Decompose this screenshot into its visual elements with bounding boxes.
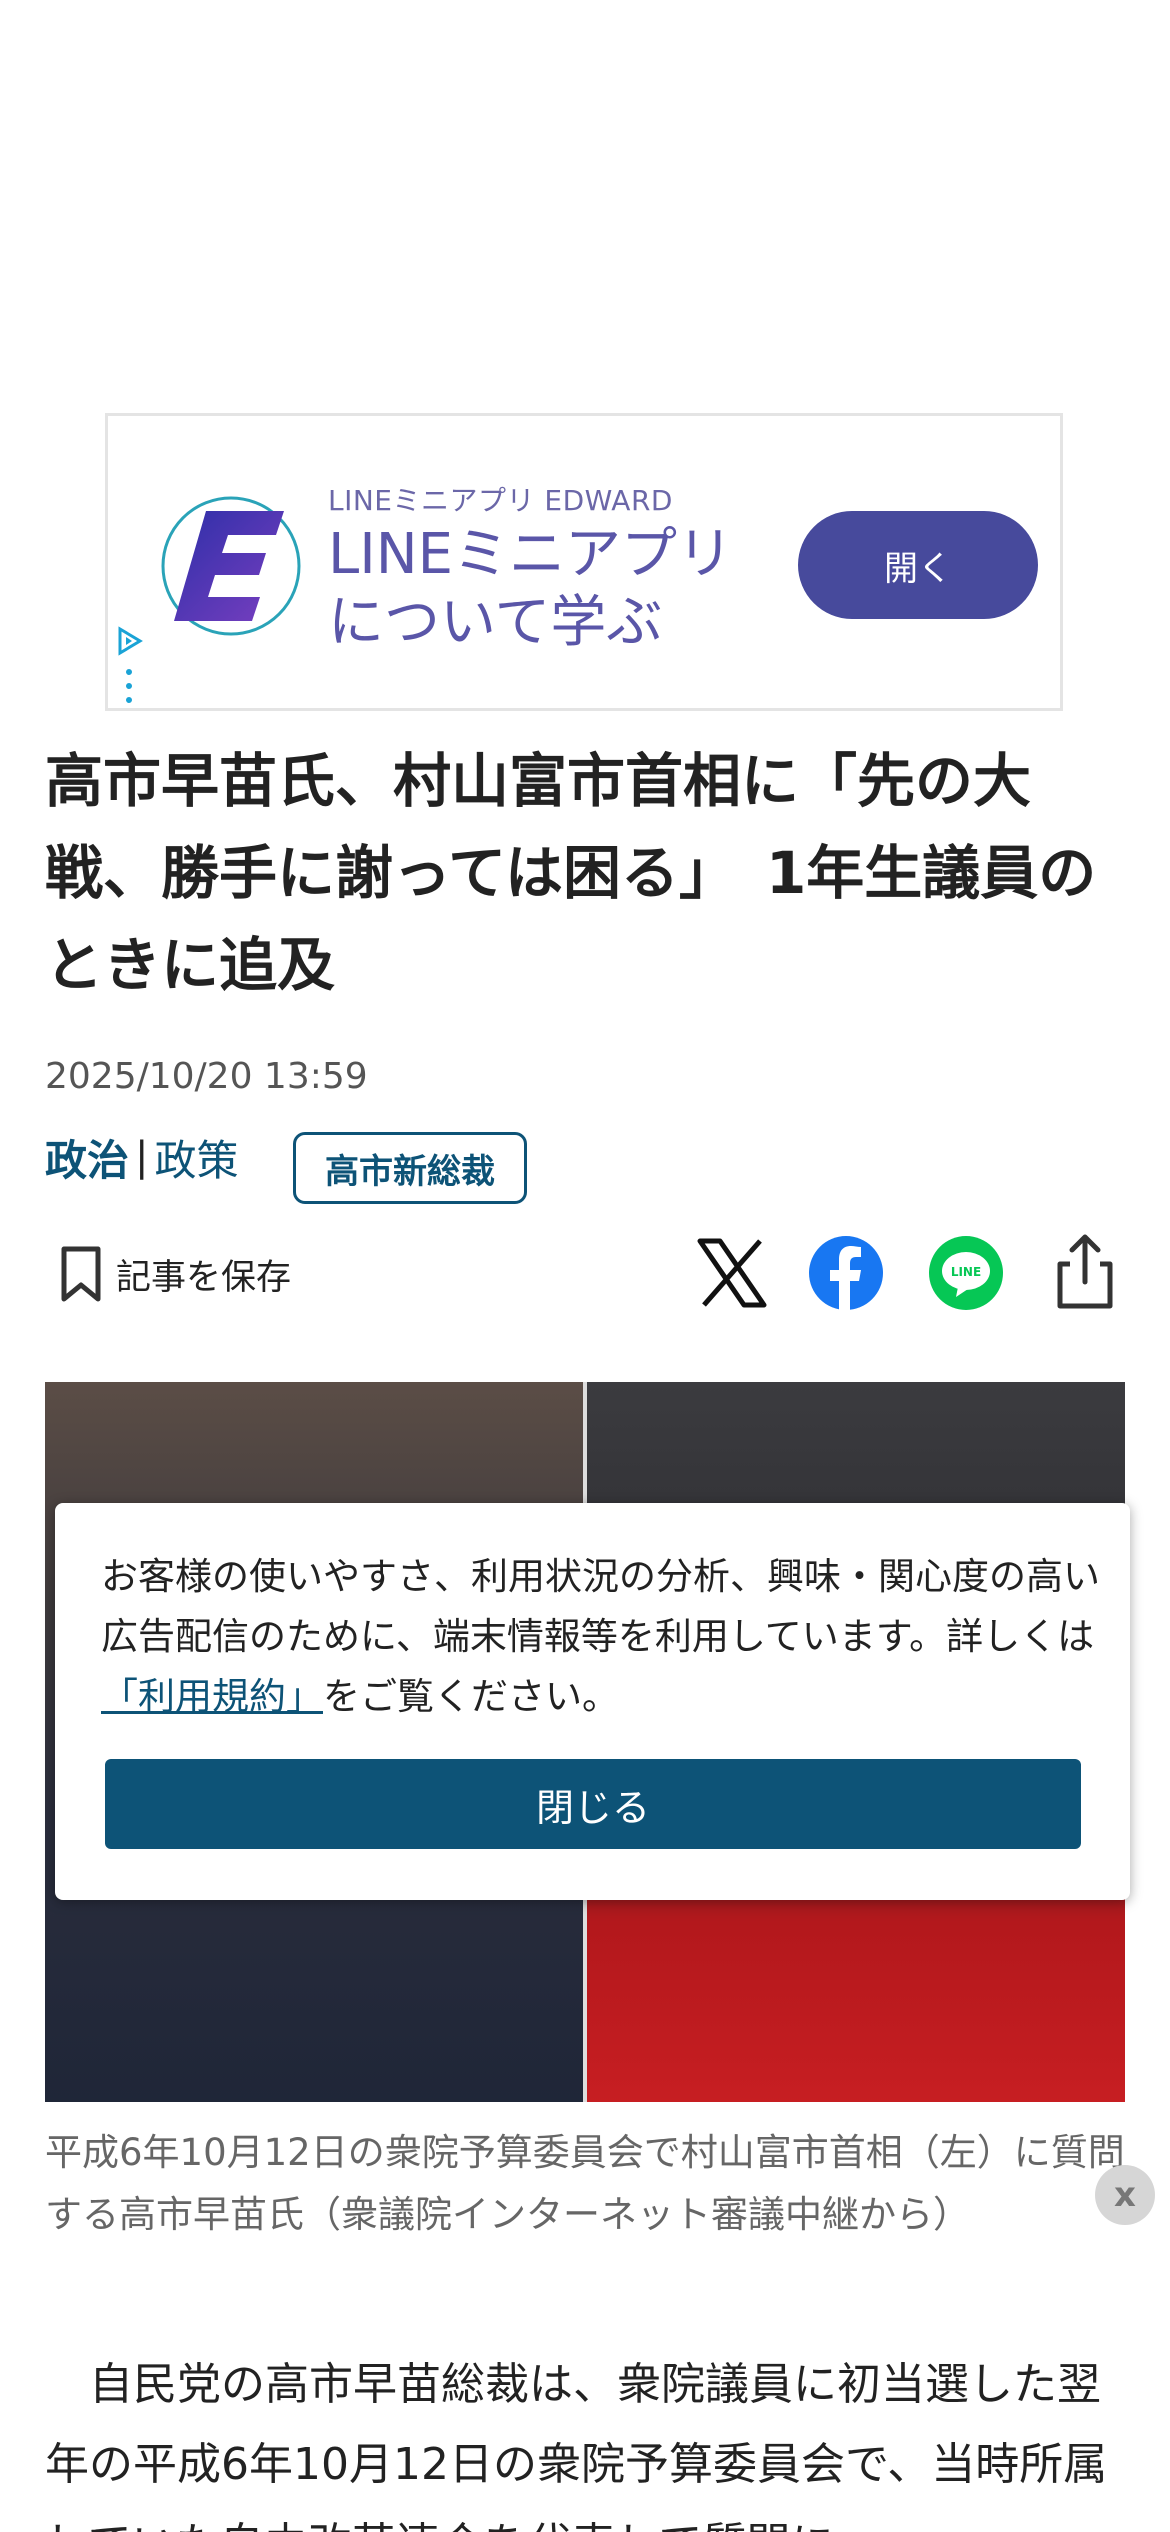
article-title: 高市早苗氏、村山富市首相に「先の大戦、勝手に謝っては困る」 1年生議員のときに追… [45, 747, 1097, 999]
line-icon-label: LINE [951, 1265, 981, 1279]
consent-text: お客様の使いやすさ、利用状況の分析、興味・関心度の高い広告配信のために、端末情報… [101, 1547, 1101, 1727]
ad-banner[interactable]: LINEミニアプリ EDWARD LINEミニアプリについて学ぶ 開く [105, 413, 1063, 711]
save-article-button[interactable]: 記事を保存 [58, 1240, 291, 1308]
consent-close-button[interactable]: 閉じる [105, 1759, 1081, 1849]
category-sub-link[interactable]: 政策 [155, 1127, 239, 1188]
ad-more-icon[interactable] [126, 668, 132, 704]
category-separator: | [135, 1134, 149, 1180]
consent-text-before: お客様の使いやすさ、利用状況の分析、興味・関心度の高い広告配信のために、端末情報… [101, 1555, 1100, 1658]
edward-logo-icon [161, 496, 301, 636]
share-icon[interactable] [1050, 1232, 1120, 1312]
article-body: 自民党の高市早苗総裁は、衆院議員に初当選した翌年の平成6年10月12日の衆院予算… [45, 2359, 1108, 2532]
terms-link[interactable]: 「利用規約」 [101, 1675, 323, 1718]
photo-caption: 平成6年10月12日の衆院予算委員会で村山富市首相（左）に質問する高市早苗氏（衆… [45, 2131, 1125, 2236]
topic-tag[interactable]: 高市新総裁 [293, 1132, 527, 1204]
x-icon[interactable] [694, 1235, 770, 1311]
ad-headline[interactable]: LINEミニアプリについて学ぶ [328, 521, 768, 657]
line-icon[interactable]: LINE [928, 1235, 1004, 1311]
category-breadcrumb: 政治 | 政策 [45, 1127, 239, 1187]
consent-text-after: をご覧ください。 [323, 1675, 619, 1718]
ad-eyebrow: LINEミニアプリ EDWARD [328, 484, 673, 517]
ad-open-button[interactable]: 開く [798, 511, 1038, 619]
ad-choices-icon[interactable] [112, 624, 146, 658]
article-date: 2025/10/20 13:59 [45, 1056, 368, 1097]
save-article-label: 記事を保存 [116, 1257, 292, 1298]
floating-close-button[interactable]: x [1095, 2165, 1155, 2225]
bookmark-icon [61, 1246, 101, 1302]
consent-dialog: お客様の使いやすさ、利用状況の分析、興味・関心度の高い広告配信のために、端末情報… [55, 1503, 1130, 1900]
category-main-link[interactable]: 政治 [45, 1127, 129, 1188]
facebook-icon[interactable] [808, 1235, 884, 1311]
